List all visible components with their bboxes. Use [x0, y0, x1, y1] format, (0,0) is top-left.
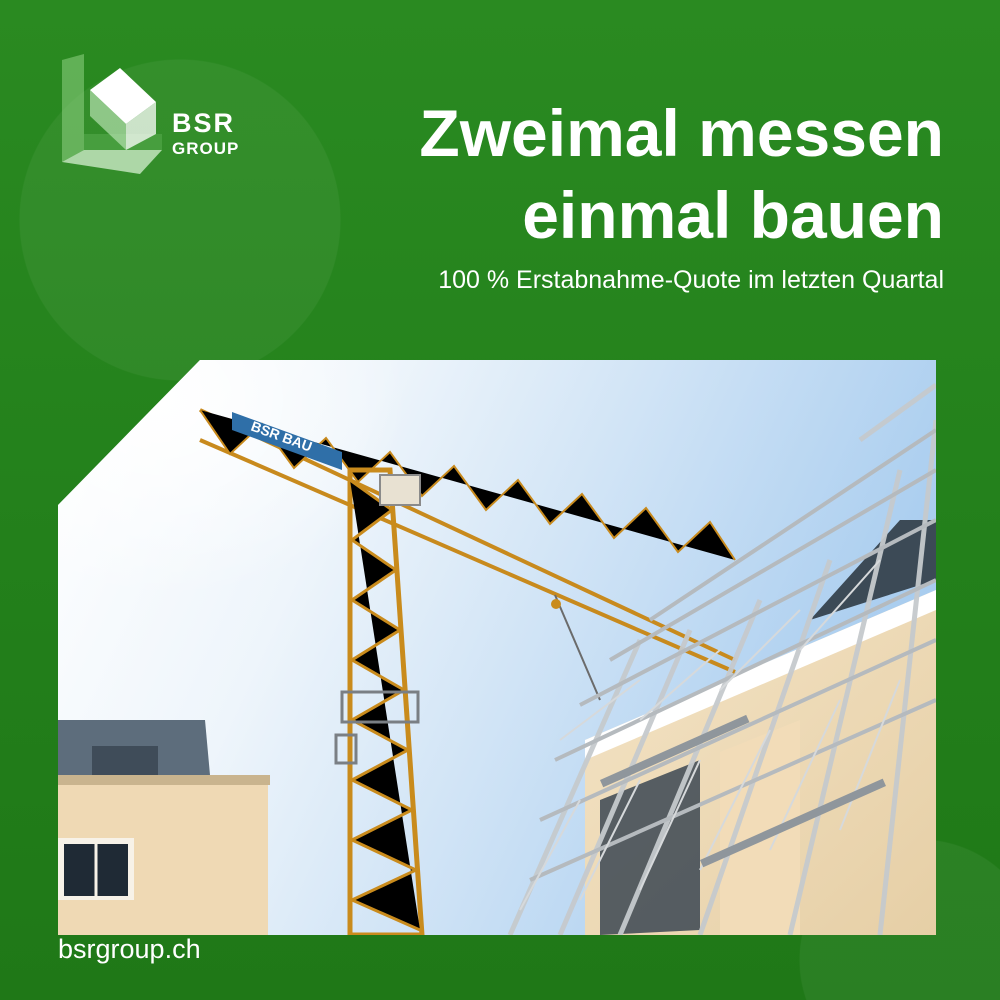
construction-site-photo: BSR BAU: [58, 360, 936, 935]
website-url[interactable]: bsrgroup.ch: [58, 934, 201, 965]
